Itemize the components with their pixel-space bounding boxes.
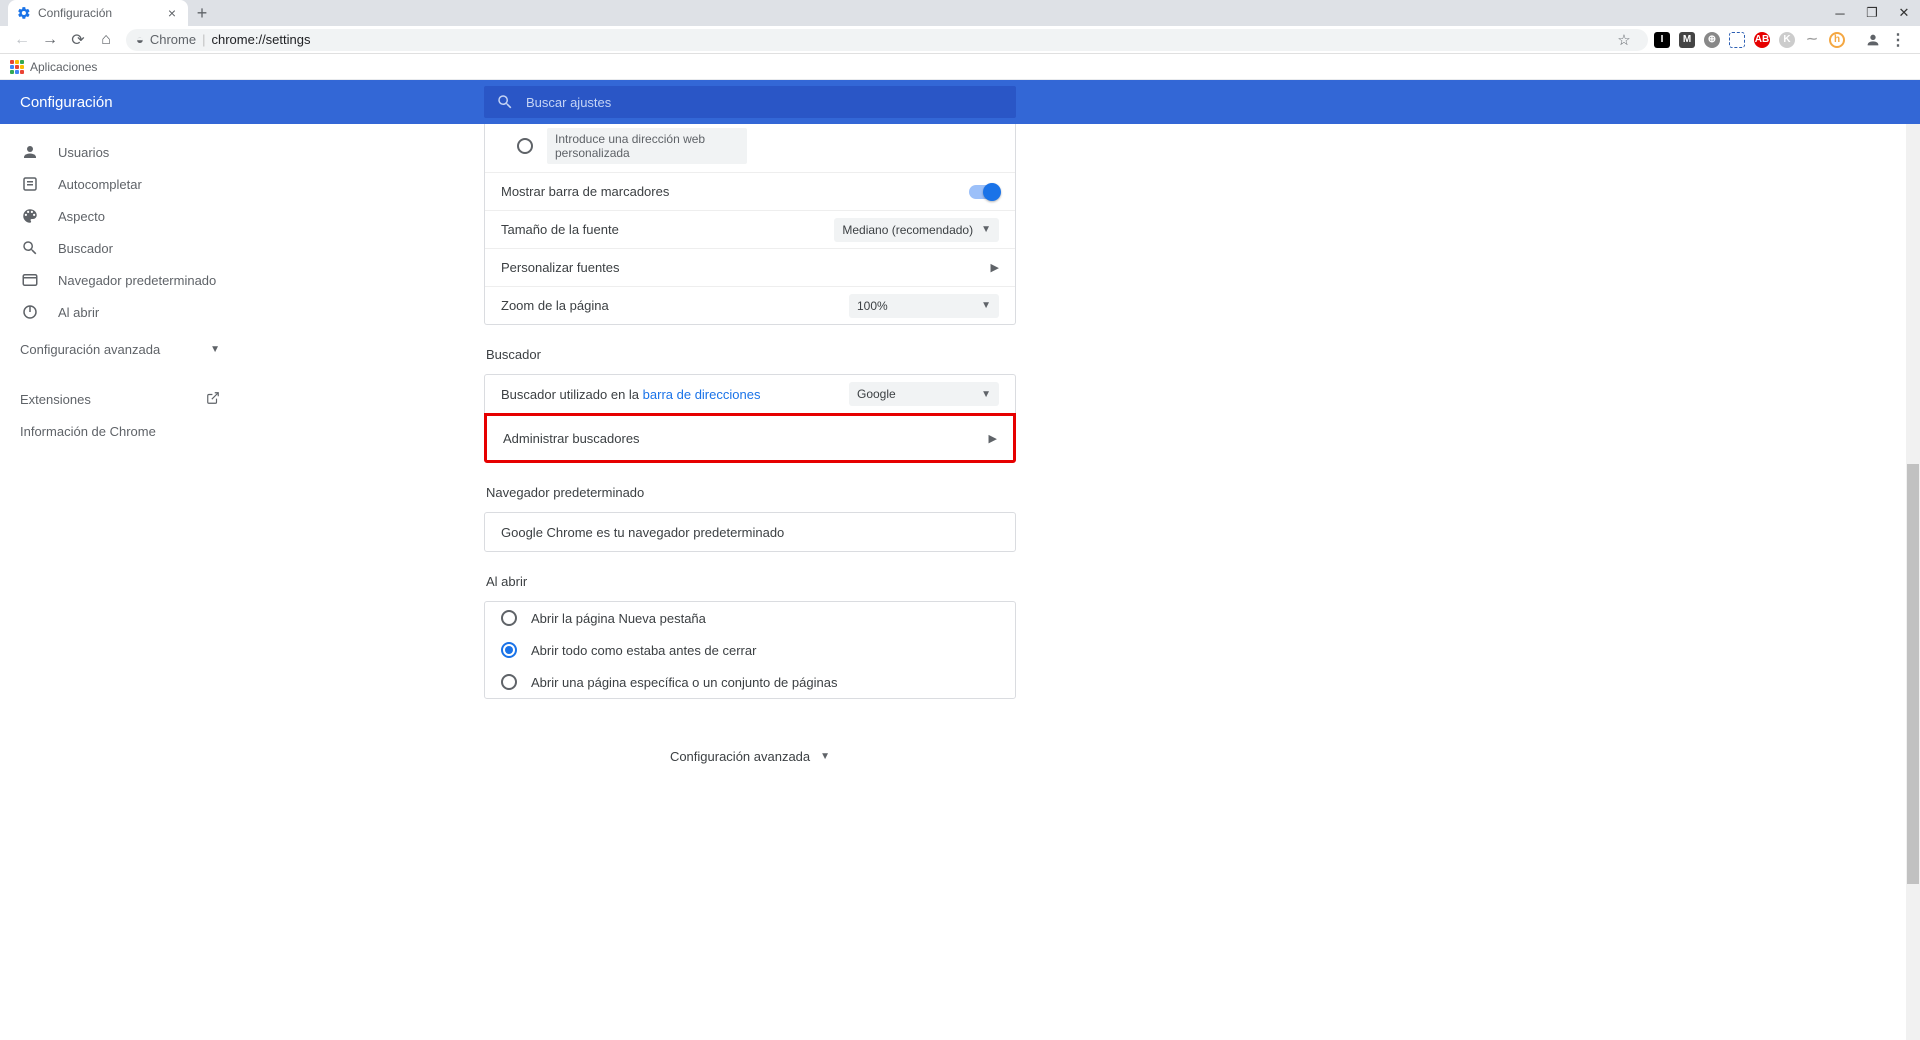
address-bar[interactable]: ◒ Chrome | chrome://settings ☆ (126, 29, 1648, 51)
forward-button[interactable]: → (36, 26, 64, 54)
search-icon (496, 93, 514, 111)
settings-gear-icon (16, 5, 32, 21)
chevron-down-icon: ▼ (820, 751, 830, 762)
default-browser-text-row: Google Chrome es tu navegador predetermi… (485, 513, 1015, 551)
section-title-startup: Al abrir (486, 574, 1016, 589)
ext-icon[interactable] (1729, 32, 1745, 48)
maximize-button[interactable]: ❐ (1856, 0, 1888, 26)
search-icon (20, 238, 40, 258)
search-settings-box[interactable] (484, 86, 1016, 118)
sidebar-item-appearance[interactable]: Aspecto (0, 200, 240, 232)
address-bar-link[interactable]: barra de direcciones (643, 387, 761, 402)
scrollbar[interactable] (1906, 124, 1920, 1040)
back-button[interactable]: ← (8, 26, 36, 54)
page-zoom-row: Zoom de la página 100% ▼ (485, 286, 1015, 324)
radio-icon[interactable] (517, 138, 533, 154)
sidebar-item-default-browser[interactable]: Navegador predeterminado (0, 264, 240, 296)
search-settings-input[interactable] (526, 95, 1004, 110)
radio-icon[interactable] (501, 642, 517, 658)
toolbar: ← → ⟳ ⌂ ◒ Chrome | chrome://settings ☆ I… (0, 26, 1920, 54)
sidebar-about-link[interactable]: Información de Chrome (0, 415, 240, 447)
scrollbar-thumb[interactable] (1907, 464, 1919, 884)
manage-search-engines-card: Administrar buscadores ▶ (484, 413, 1016, 463)
custom-address-option[interactable]: Introduce una dirección web personalizad… (485, 124, 1015, 172)
caret-down-icon: ▼ (981, 300, 991, 311)
sidebar-item-search[interactable]: Buscador (0, 232, 240, 264)
page-zoom-dropdown[interactable]: 100% ▼ (849, 294, 999, 318)
ext-icon[interactable]: ⊕ (1704, 32, 1720, 48)
bookmarks-toggle[interactable] (969, 185, 999, 199)
titlebar: Configuración × + ─ ❐ ✕ (0, 0, 1920, 26)
radio-icon[interactable] (501, 610, 517, 626)
browser-tab[interactable]: Configuración × (8, 0, 188, 26)
window-controls: ─ ❐ ✕ (1824, 0, 1920, 26)
font-size-row: Tamaño de la fuente Mediano (recomendado… (485, 210, 1015, 248)
ext-icon[interactable]: h (1829, 32, 1845, 48)
sidebar-item-autofill[interactable]: Autocompletar (0, 168, 240, 200)
ext-icon[interactable]: K (1779, 32, 1795, 48)
sidebar-item-users[interactable]: Usuarios (0, 136, 240, 168)
page-title: Configuración (0, 94, 113, 111)
default-browser-card: Google Chrome es tu navegador predetermi… (484, 512, 1016, 552)
apps-grid-icon[interactable] (10, 60, 24, 74)
reload-button[interactable]: ⟳ (64, 26, 92, 54)
font-size-dropdown[interactable]: Mediano (recomendado) ▼ (834, 218, 999, 242)
addr-scheme: Chrome (150, 32, 196, 47)
bookmarks-bar: Aplicaciones (0, 54, 1920, 80)
section-title-default-browser: Navegador predeterminado (486, 485, 1016, 500)
custom-fonts-row[interactable]: Personalizar fuentes ▶ (485, 248, 1015, 286)
appearance-card: Introduce una dirección web personalizad… (484, 124, 1016, 325)
browser-icon (20, 270, 40, 290)
star-icon[interactable]: ☆ (1610, 26, 1638, 54)
content-area: Usuarios Autocompletar Aspecto Buscador … (0, 124, 1920, 1040)
sidebar-extensions-link[interactable]: Extensiones (0, 383, 240, 415)
startup-option-newtab[interactable]: Abrir la página Nueva pestaña (485, 602, 1015, 634)
minimize-button[interactable]: ─ (1824, 0, 1856, 26)
close-window-button[interactable]: ✕ (1888, 0, 1920, 26)
sidebar: Usuarios Autocompletar Aspecto Buscador … (0, 124, 240, 1040)
ext-icon[interactable]: M (1679, 32, 1695, 48)
sidebar-advanced-toggle[interactable]: Configuración avanzada ▼ (0, 328, 240, 371)
main-panel: Introduce una dirección web personalizad… (240, 124, 1920, 1040)
menu-icon[interactable]: ⋮ (1890, 32, 1906, 48)
settings-header: Configuración (0, 80, 1920, 124)
ext-icon[interactable]: I (1654, 32, 1670, 48)
ext-icon[interactable]: AB (1754, 32, 1770, 48)
profile-icon[interactable] (1865, 32, 1881, 48)
startup-card: Abrir la página Nueva pestaña Abrir todo… (484, 601, 1016, 699)
apps-label[interactable]: Aplicaciones (30, 60, 97, 74)
autofill-icon (20, 174, 40, 194)
manage-search-engines-row[interactable]: Administrar buscadores ▶ (487, 416, 1013, 460)
palette-icon (20, 206, 40, 226)
ext-icon[interactable]: ⁓ (1804, 32, 1820, 48)
chevron-right-icon: ▶ (989, 432, 997, 445)
chevron-right-icon: ▶ (991, 261, 999, 274)
custom-address-input[interactable]: Introduce una dirección web personalizad… (547, 128, 747, 164)
caret-down-icon: ▼ (981, 389, 991, 400)
sidebar-item-startup[interactable]: Al abrir (0, 296, 240, 328)
power-icon (20, 302, 40, 322)
search-engine-card-top: Buscador utilizado en la barra de direcc… (484, 374, 1016, 413)
section-title-search: Buscador (486, 347, 1016, 362)
addr-path: chrome://settings (212, 32, 311, 47)
close-tab-icon[interactable]: × (164, 5, 180, 21)
startup-option-specific[interactable]: Abrir una página específica o un conjunt… (485, 666, 1015, 698)
home-button[interactable]: ⌂ (92, 26, 120, 54)
external-link-icon (206, 391, 220, 408)
advanced-toggle-center[interactable]: Configuración avanzada ▼ (484, 719, 1016, 794)
extension-icons: I M ⊕ AB K ⁓ h ⋮ (1654, 32, 1912, 48)
chevron-down-icon: ▼ (210, 344, 220, 355)
search-engine-row: Buscador utilizado en la barra de direcc… (485, 375, 1015, 413)
radio-icon[interactable] (501, 674, 517, 690)
startup-option-continue[interactable]: Abrir todo como estaba antes de cerrar (485, 634, 1015, 666)
new-tab-button[interactable]: + (188, 0, 216, 26)
show-bookmarks-row: Mostrar barra de marcadores (485, 172, 1015, 210)
tab-title: Configuración (38, 6, 164, 20)
caret-down-icon: ▼ (981, 224, 991, 235)
user-icon (20, 142, 40, 162)
search-engine-dropdown[interactable]: Google ▼ (849, 382, 999, 406)
site-info-icon[interactable]: ◒ (136, 32, 144, 47)
